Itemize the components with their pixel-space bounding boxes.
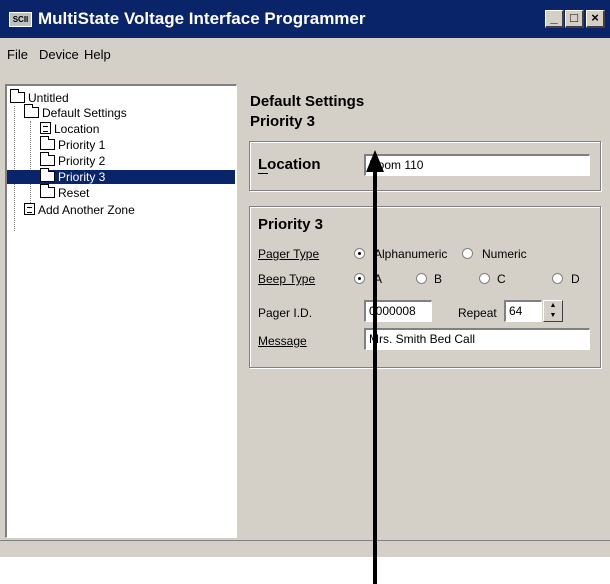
app-icon: SCII xyxy=(9,12,32,27)
beep-type-c-label[interactable]: C xyxy=(497,272,506,286)
repeat-spinner[interactable]: ▲ ▼ xyxy=(543,300,563,322)
page-subheading: Priority 3 xyxy=(250,113,316,130)
pager-id-label: Pager I.D. xyxy=(258,306,313,320)
beep-type-a-radio[interactable] xyxy=(354,273,365,284)
beep-type-b-radio[interactable] xyxy=(416,273,427,284)
location-label-underline xyxy=(258,173,268,174)
message-field[interactable]: Mrs. Smith Bed Call xyxy=(364,328,590,350)
open-folder-icon xyxy=(24,104,39,118)
tree-line xyxy=(30,121,31,213)
menu-help[interactable]: Help xyxy=(84,47,111,62)
application-window: SCII MultiState Voltage Interface Progra… xyxy=(0,0,610,557)
folder-icon xyxy=(40,168,55,182)
pager-type-alphanumeric-radio[interactable] xyxy=(354,248,365,259)
pager-type-alphanumeric-label[interactable]: Alphanumeric xyxy=(374,247,447,261)
close-button[interactable]: × xyxy=(586,10,605,28)
tree-node-untitled[interactable]: Untitled xyxy=(10,89,69,105)
tree-node-priority-2[interactable]: Priority 2 xyxy=(40,152,105,168)
tree-node-default-settings[interactable]: Default Settings xyxy=(24,104,127,120)
folder-icon xyxy=(40,136,55,150)
menu-file[interactable]: File xyxy=(7,47,28,62)
location-label: Location xyxy=(258,156,321,173)
beep-type-c-radio[interactable] xyxy=(479,273,490,284)
location-field[interactable]: Room 110 xyxy=(364,154,590,176)
pager-type-label: Pager Type xyxy=(258,247,320,261)
priority-group-title: Priority 3 xyxy=(258,216,324,233)
pager-type-numeric-radio[interactable] xyxy=(462,248,473,259)
tree-node-priority-1[interactable]: Priority 1 xyxy=(40,136,105,152)
message-label: Message xyxy=(258,334,307,348)
repeat-field[interactable]: 64 xyxy=(504,300,542,322)
spin-up-icon[interactable]: ▲ xyxy=(544,301,562,311)
beep-type-label: Beep Type xyxy=(258,272,316,286)
title-bar[interactable]: SCII MultiState Voltage Interface Progra… xyxy=(0,0,610,38)
tree-node-add-zone[interactable]: Add Another Zone xyxy=(24,203,135,217)
menu-device[interactable]: Device xyxy=(39,47,79,62)
beep-type-b-label[interactable]: B xyxy=(434,272,442,286)
tree-node-priority-3[interactable]: Priority 3 xyxy=(7,168,235,184)
folder-icon xyxy=(40,184,55,198)
tree-node-reset[interactable]: Reset xyxy=(40,184,89,200)
document-icon xyxy=(24,203,35,215)
beep-type-d-radio[interactable] xyxy=(552,273,563,284)
window-title: MultiState Voltage Interface Programmer xyxy=(38,9,366,28)
folder-icon xyxy=(40,152,55,166)
pointer-arrow-line xyxy=(373,166,377,584)
minimize-button[interactable]: _ xyxy=(545,10,564,28)
open-folder-icon xyxy=(10,89,25,103)
beep-type-d-label[interactable]: D xyxy=(571,272,580,286)
tree-node-location[interactable]: Location xyxy=(40,122,99,136)
status-bar xyxy=(0,540,610,557)
tree-line xyxy=(14,106,15,231)
menu-bar: File Device Help xyxy=(0,38,610,68)
page-heading: Default Settings xyxy=(250,93,365,110)
repeat-label: Repeat xyxy=(458,306,497,320)
maximize-button[interactable]: □ xyxy=(565,10,584,28)
pager-type-numeric-label[interactable]: Numeric xyxy=(482,247,527,261)
spin-down-icon[interactable]: ▼ xyxy=(544,311,562,321)
document-icon xyxy=(40,122,51,134)
zone-tree[interactable]: Untitled Default Settings Location Prior… xyxy=(5,84,237,538)
